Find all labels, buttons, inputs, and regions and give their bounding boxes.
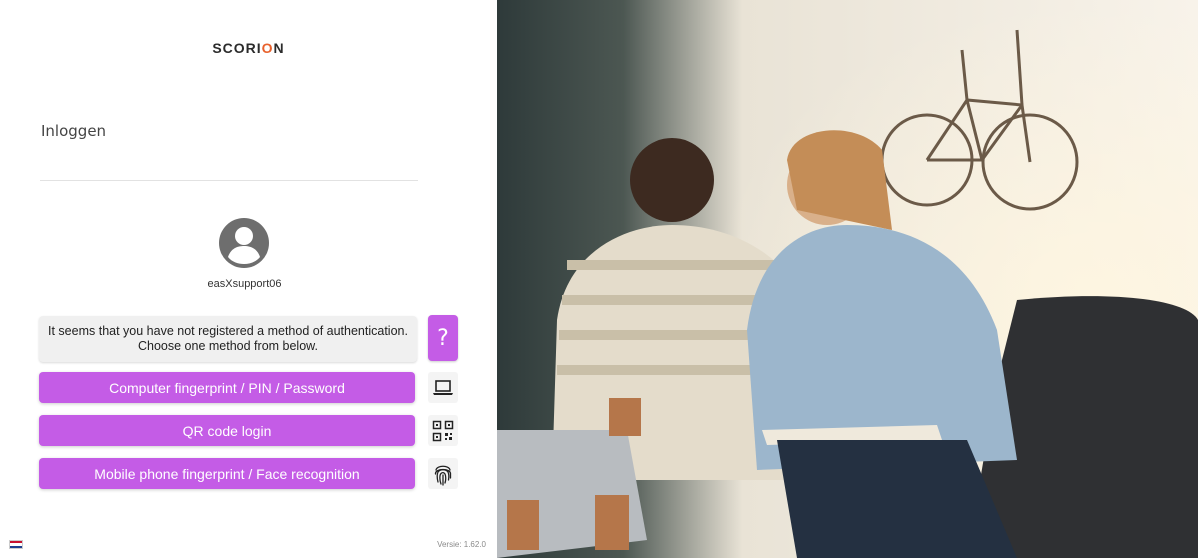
computer-fingerprint-button[interactable]: Computer fingerprint / PIN / Password [39, 372, 415, 403]
nl-flag-icon[interactable] [9, 540, 23, 549]
qr-code-login-button[interactable]: QR code login [39, 415, 415, 446]
auth-notice: It seems that you have not registered a … [39, 316, 417, 362]
laptop-icon [428, 372, 458, 403]
scorion-logo: SCORION [212, 40, 285, 56]
version-label: Versie: 1.62.0 [437, 540, 486, 549]
hero-photo [497, 0, 1198, 558]
page-title: Inloggen [41, 122, 107, 140]
fingerprint-icon [428, 458, 458, 489]
help-button[interactable]: ? [428, 315, 458, 361]
hero-image [497, 0, 1198, 558]
mobile-fingerprint-button[interactable]: Mobile phone fingerprint / Face recognit… [39, 458, 415, 489]
notice-line-2: Choose one method from below. [138, 339, 318, 353]
qr-code-icon [428, 415, 458, 446]
username-label: easXsupport06 [207, 278, 282, 290]
login-page: SCORION Inloggen easXsupport06 It seems … [0, 0, 1198, 558]
login-panel: SCORION Inloggen easXsupport06 It seems … [0, 0, 497, 558]
notice-line-1: It seems that you have not registered a … [48, 324, 408, 338]
user-avatar-icon [219, 218, 269, 268]
divider [40, 180, 418, 181]
